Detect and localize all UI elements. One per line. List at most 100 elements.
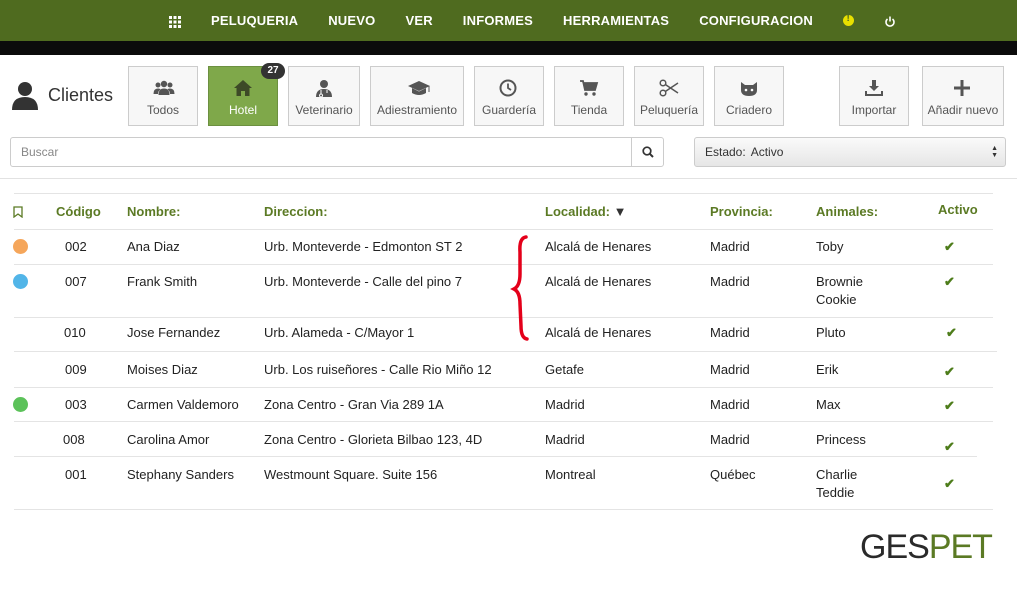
color-tag-dot [13,239,28,254]
tab-todos[interactable]: Todos [128,66,198,126]
download-icon [864,79,884,97]
cell-nombre[interactable]: Stephany Sanders [127,466,234,484]
graduation-cap-icon [407,79,430,97]
column-header-localidad[interactable]: Localidad: ▼ [545,204,627,219]
active-check-icon[interactable]: ✔ [944,476,955,492]
cell-localidad: Getafe [545,362,585,377]
search-input[interactable] [11,138,631,166]
column-header-activo[interactable]: Activo [938,202,978,217]
active-check-icon[interactable]: ✔ [946,325,957,341]
status-label: Estado: [705,145,746,159]
tab-label: Añadir nuevo [927,103,999,117]
cell-localidad: Madrid [545,432,585,447]
nav-nuevo[interactable]: NUEVO [328,13,375,28]
cell-animales: Erik [816,362,839,377]
column-header-animales[interactable]: Animales: [816,204,878,219]
cell-animales: Toby [816,239,844,254]
row-divider [14,509,993,510]
nav-ver[interactable]: VER [405,13,432,28]
tab-label: Adiestramiento [376,103,458,117]
active-check-icon[interactable]: ✔ [944,274,955,290]
apps-grid-icon[interactable] [168,15,181,28]
top-navbar: PELUQUERIA NUEVO VER INFORMES HERRAMIENT… [0,0,1017,41]
active-check-icon[interactable]: ✔ [944,398,955,414]
tab-peluqueria[interactable]: Peluquería [634,66,704,126]
cell-nombre[interactable]: Jose Fernandez [127,324,220,342]
row-divider [14,229,993,230]
cell-direccion: Urb. Monteverde - Calle del pino 7 [264,274,462,289]
search-button[interactable] [631,138,663,166]
cell-direccion: Zona Centro - Gran Via 289 1A [264,397,444,412]
column-header-provincia[interactable]: Provincia: [710,204,773,219]
cell-provincia: Québec [710,467,756,482]
tab-label: Importar [851,103,897,117]
select-arrows-icon: ▲ ▼ [991,145,998,159]
cell-codigo: 002 [65,239,87,254]
divider [0,178,1017,179]
column-header-codigo[interactable]: Código [56,204,101,219]
tab-veterinario[interactable]: Veterinario [288,66,360,126]
nav-herramientas[interactable]: HERRAMIENTAS [563,13,669,28]
cell-animales: Max [816,397,841,412]
cell-codigo: 007 [65,274,87,289]
tab-importar[interactable]: Importar [839,66,909,126]
nav-informes[interactable]: INFORMES [463,13,533,28]
row-divider [14,317,993,318]
tab-hotel[interactable]: 27 Hotel [208,63,285,126]
sort-down-icon: ▼ [613,204,627,219]
active-check-icon[interactable]: ✔ [944,364,955,380]
cell-nombre[interactable]: Moises Diaz [127,361,198,379]
tab-guarderia[interactable]: Guardería [474,66,544,126]
tab-label: Todos [146,103,180,117]
user-icon [10,80,40,110]
cell-codigo: 003 [65,397,87,412]
nav-shadow-bar [0,41,1017,55]
page-header: Clientes [10,80,113,110]
cell-nombre[interactable]: Ana Diaz [127,238,180,256]
cell-codigo: 009 [65,362,87,377]
column-header-nombre[interactable]: Nombre: [127,204,180,219]
cell-provincia: Madrid [710,274,750,289]
cell-animales: Princess [816,432,866,447]
cell-provincia: Madrid [710,362,750,377]
tab-label: Veterinario [295,103,353,117]
tab-anadir-nuevo[interactable]: Añadir nuevo [922,66,1004,126]
logo-text-ges: GES [860,528,930,566]
users-icon [153,79,175,97]
tab-tienda[interactable]: Tienda [554,66,624,126]
search-icon [641,146,654,158]
cell-codigo: 008 [63,432,85,447]
tab-label: Hotel [228,103,257,117]
alert-icon[interactable] [843,13,855,26]
cell-nombre[interactable]: Frank Smith [127,273,197,291]
nav-peluqueria[interactable]: PELUQUERIA [211,13,298,28]
active-check-icon[interactable]: ✔ [944,439,955,455]
status-filter-select[interactable]: Estado: Activo ▲ ▼ [694,137,1006,167]
cell-direccion: Westmount Square. Suite 156 [264,467,438,482]
plus-icon [953,79,973,97]
cell-localidad: Montreal [545,467,596,482]
cell-animales: Brownie Cookie [816,274,863,307]
tab-label: Tienda [570,103,608,117]
cat-icon [739,79,759,97]
clock-icon [499,79,519,97]
cell-nombre[interactable]: Carolina Amor [127,431,209,449]
scissors-icon [659,79,679,97]
cell-nombre[interactable]: Carmen Valdemoro [127,396,239,414]
status-value: Activo [750,145,784,159]
cell-animales: Charlie Teddie [816,467,858,500]
cell-provincia: Madrid [710,325,750,340]
tab-adiestramiento[interactable]: Adiestramiento [370,66,464,126]
cell-direccion: Urb. Monteverde - Edmonton ST 2 [264,239,463,254]
color-tag-dot [13,274,28,289]
cell-animales: Pluto [816,325,846,340]
nav-configuracion[interactable]: CONFIGURACION [699,13,813,28]
power-icon[interactable] [884,15,896,27]
active-check-icon[interactable]: ✔ [944,239,955,255]
bookmark-icon[interactable] [13,205,23,223]
cart-icon [579,79,599,97]
tab-criadero[interactable]: Criadero [714,66,784,126]
cell-direccion: Urb. Alameda - C/Mayor 1 [264,325,415,340]
column-header-direccion[interactable]: Direccion: [264,204,328,219]
search-bar [10,137,664,167]
